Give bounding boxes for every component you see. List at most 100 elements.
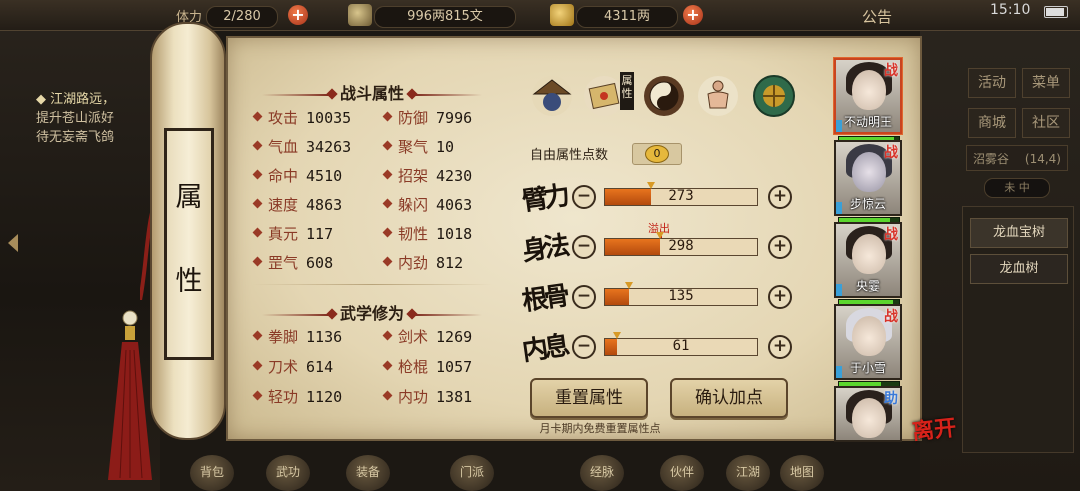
nav-sect[interactable]: 门派 (450, 455, 494, 491)
decrease-breath-button[interactable]: − (572, 335, 596, 359)
nav-partners[interactable]: 伙伴 (660, 455, 704, 491)
strength-value: 273 (668, 188, 694, 204)
increase-strength-button[interactable]: + (768, 185, 792, 209)
target-item[interactable]: 龙血树 (970, 254, 1068, 284)
add-stamina-button[interactable]: + (288, 5, 308, 25)
yin-yang-icon[interactable] (642, 74, 686, 118)
scroll-title-char: 性 (175, 266, 203, 297)
breath-value: 61 (672, 338, 690, 354)
nav-bag[interactable]: 背包 (190, 455, 234, 491)
attr-label-breath: 内息 (520, 331, 569, 368)
increase-breath-button[interactable]: + (768, 335, 792, 359)
character-card[interactable]: 助 (834, 386, 902, 442)
quest-title: ◆ 江湖路远， (36, 92, 116, 107)
activity-button[interactable]: 活动 (968, 68, 1016, 98)
stat-lightness: 轻功 1120 (252, 384, 342, 410)
character-card[interactable]: 战 央霎 (834, 222, 902, 298)
decrease-constitution-button[interactable]: − (572, 285, 596, 309)
decrease-agility-button[interactable]: − (572, 235, 596, 259)
attr-label-agility: 身法 (520, 231, 569, 268)
nav-skills[interactable]: 武功 (266, 455, 310, 491)
stamina-display: 2/280 (206, 6, 278, 28)
hat-avatar-icon[interactable] (530, 74, 574, 118)
nav-meridian[interactable]: 经脉 (580, 455, 624, 491)
gold-display: 4311两 (576, 6, 678, 28)
character-name: 于小雪 (849, 361, 886, 375)
battle-tag-icon: 战 (884, 309, 898, 325)
clock: 15:10 (990, 2, 1031, 18)
nav-equip[interactable]: 装备 (346, 455, 390, 491)
character-card[interactable]: 战 于小雪 (834, 304, 902, 380)
increase-agility-button[interactable]: + (768, 235, 792, 259)
reset-attributes-button[interactable]: 重置属性 (530, 378, 648, 418)
gold-ingot-icon (550, 4, 574, 26)
constitution-bar: 135 (604, 282, 758, 306)
stat-defense: 防御 7996 (382, 105, 472, 131)
stat-fist: 拳脚 1136 (252, 324, 342, 350)
stat-gang-qi: 罡气 608 (252, 250, 333, 276)
battle-tag-icon: 战 (884, 145, 898, 161)
battle-stats-header: 战斗属性 (252, 80, 492, 103)
battle-tag-icon: 战 (884, 63, 898, 79)
stat-dodge: 躲闪 4063 (382, 192, 472, 218)
collapse-arrow-icon[interactable] (8, 234, 18, 252)
decrease-strength-button[interactable]: − (572, 185, 596, 209)
notice-button[interactable]: 公告 (862, 6, 892, 27)
scroll-title-char: 属 (175, 182, 203, 213)
character-portrait (852, 70, 886, 110)
scroll-title-plate: 属 性 (164, 128, 214, 360)
add-gold-button[interactable]: + (683, 5, 703, 25)
confirm-points-button[interactable]: 确认加点 (670, 378, 788, 418)
character-name: 步惊云 (849, 197, 886, 211)
constitution-value: 135 (668, 288, 694, 304)
stat-hit: 命中 4510 (252, 163, 342, 189)
muscle-body-icon[interactable] (696, 74, 740, 118)
target-item[interactable]: 龙血宝树 (970, 218, 1068, 248)
breath-bar: 61 (604, 332, 758, 356)
stat-inner-art: 内功 1381 (382, 384, 472, 410)
jade-compass-icon[interactable] (752, 74, 796, 118)
character-name: 央霎 (855, 279, 880, 293)
silver-display: 996两815文 (374, 6, 516, 28)
quest-tracker[interactable]: ◆ 江湖路远， 提升苍山派好 待无妄斋飞鸽 (36, 90, 156, 147)
quest-line: 提升苍山派好 (36, 111, 115, 126)
shop-button[interactable]: 商城 (968, 108, 1016, 138)
bottom-navigation: 背包 武功 装备 门派 经脉 伙伴 江湖 地图 (160, 455, 960, 491)
strength-bar: 273 (604, 182, 758, 206)
quest-line: 待无妄斋飞鸽 (36, 130, 115, 145)
community-button[interactable]: 社区 (1022, 108, 1070, 138)
attr-label-constitution: 根骨 (520, 281, 569, 318)
battle-tag-icon: 战 (884, 227, 898, 243)
leave-button[interactable]: 离开 (910, 410, 957, 446)
character-portrait (852, 152, 886, 192)
attr-label-strength: 臂力 (520, 181, 569, 218)
stat-inner-force: 内劲 812 (382, 250, 463, 276)
mode-toggle[interactable]: 未 中 (984, 178, 1050, 198)
battery-icon (1044, 6, 1068, 18)
character-name: 不动明王 (843, 115, 892, 129)
agility-bar: 298 (604, 232, 758, 256)
nav-map[interactable]: 地图 (780, 455, 824, 491)
stat-sword: 剑术 1269 (382, 324, 472, 350)
stat-speed: 速度 4863 (252, 192, 342, 218)
stat-true-essence: 真元 117 (252, 221, 333, 247)
stat-attack: 攻击 10035 (252, 105, 351, 131)
free-points-label: 自由属性点数 (530, 148, 609, 163)
character-card[interactable]: 战 不动明王 (834, 58, 902, 134)
assist-tag-icon: 助 (884, 391, 898, 407)
nav-jianghu[interactable]: 江湖 (726, 455, 770, 491)
stat-parry: 招架 4230 (382, 163, 472, 189)
reset-footnote: 月卡期内免费重置属性点 (539, 422, 661, 435)
menu-button[interactable]: 菜单 (1022, 68, 1070, 98)
stat-blade: 刀术 614 (252, 354, 333, 380)
tassel-icon (108, 310, 152, 480)
stat-toughness: 韧性 1018 (382, 221, 472, 247)
silver-coin-icon (348, 4, 372, 26)
stat-spear: 枪棍 1057 (382, 354, 472, 380)
character-card[interactable]: 战 步惊云 (834, 140, 902, 216)
increase-constitution-button[interactable]: + (768, 285, 792, 309)
attribute-tab-label[interactable]: 属性 (620, 72, 634, 110)
stat-qi-gather: 聚气 10 (382, 134, 454, 160)
character-portrait (852, 316, 886, 356)
agility-value: 298 (668, 238, 694, 254)
